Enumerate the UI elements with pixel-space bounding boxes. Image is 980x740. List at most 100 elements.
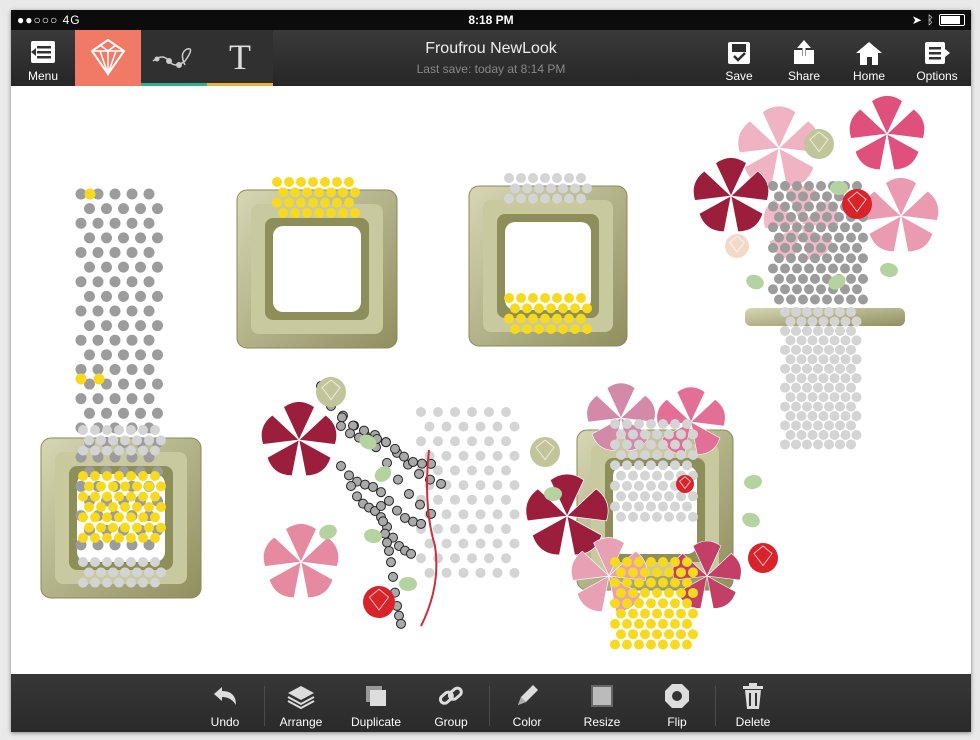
bead [786, 232, 796, 243]
group-label: Group [434, 715, 468, 729]
crystal-bead [804, 129, 834, 159]
bead [829, 392, 840, 403]
bead [813, 382, 823, 393]
group-button[interactable]: Group [412, 674, 490, 732]
bead [682, 577, 692, 588]
bead [840, 222, 850, 233]
design-canvas[interactable] [11, 86, 971, 674]
bead [846, 273, 856, 284]
bead [516, 313, 526, 324]
mode-tab-text[interactable]: T [207, 30, 273, 86]
bead [522, 303, 532, 314]
bead [640, 470, 650, 481]
bead [640, 629, 650, 640]
strand-bead [399, 451, 409, 462]
bead [118, 290, 129, 302]
mode-tab-beads[interactable] [75, 30, 141, 86]
bead [840, 411, 851, 422]
bead [135, 407, 146, 419]
menu-button[interactable]: Menu [15, 30, 71, 86]
bead [126, 471, 136, 481]
bead [109, 276, 121, 288]
bead [320, 177, 330, 187]
bead [840, 316, 851, 327]
strand-bead [396, 618, 406, 629]
bead [424, 421, 435, 432]
bead [780, 201, 790, 212]
bead [670, 419, 680, 429]
bead [450, 494, 460, 505]
bead [834, 232, 844, 243]
bead [804, 263, 814, 274]
bead [807, 373, 818, 384]
bead [780, 284, 790, 295]
save-label: Save [725, 69, 753, 83]
bead [616, 449, 626, 460]
save-button[interactable]: Save [711, 30, 767, 86]
bead [664, 429, 674, 440]
bead [314, 187, 324, 198]
bead [143, 363, 155, 375]
bead [807, 411, 818, 422]
bead [858, 273, 868, 284]
bead [458, 450, 469, 461]
share-button[interactable]: Share [776, 30, 832, 86]
options-button[interactable]: Options [909, 30, 965, 86]
bead [522, 323, 532, 334]
bead-gem-icon [90, 38, 126, 76]
bead [858, 294, 868, 305]
bead [774, 273, 784, 284]
bead [546, 303, 556, 314]
home-button[interactable]: Home [841, 30, 897, 86]
bead [807, 316, 818, 327]
bead [92, 305, 104, 317]
color-button[interactable]: Color [488, 674, 566, 732]
bead [135, 320, 146, 332]
undo-button[interactable]: Undo [186, 674, 264, 732]
bead [616, 567, 626, 578]
bead [308, 197, 318, 208]
bead [807, 335, 818, 346]
arrange-button[interactable]: Arrange [262, 674, 340, 732]
bead [118, 232, 129, 244]
bead [670, 439, 680, 450]
duplicate-button[interactable]: Duplicate [337, 674, 415, 732]
bead [126, 445, 136, 456]
bead [120, 435, 130, 446]
bead [785, 373, 796, 384]
share-label: Share [787, 69, 821, 83]
bead [504, 193, 514, 204]
delete-button[interactable]: Delete [714, 674, 792, 732]
bead [664, 491, 674, 502]
flowers[interactable] [258, 95, 943, 617]
bead [84, 349, 95, 361]
bead [467, 465, 477, 476]
bead [791, 363, 801, 374]
bead [829, 429, 840, 440]
bead [810, 273, 820, 284]
bead [152, 203, 163, 215]
bead [658, 577, 668, 588]
bead [558, 323, 568, 334]
bead [570, 323, 580, 334]
bead [458, 509, 469, 520]
bead [118, 320, 129, 332]
bead [846, 294, 856, 305]
resize-button[interactable]: Resize [563, 674, 641, 732]
bead [484, 436, 494, 447]
bead [846, 382, 856, 393]
flip-button[interactable]: Flip [638, 674, 716, 732]
crystal-body [363, 586, 395, 618]
bead [132, 567, 142, 578]
bead [433, 436, 443, 447]
bead [658, 501, 668, 512]
bead [670, 460, 680, 471]
bead [664, 608, 674, 619]
bead [670, 501, 680, 512]
mode-tab-strings[interactable] [141, 30, 207, 86]
bead [467, 494, 477, 505]
bead [101, 290, 112, 302]
bead [501, 494, 511, 505]
bead [851, 373, 862, 384]
bead [628, 567, 638, 578]
